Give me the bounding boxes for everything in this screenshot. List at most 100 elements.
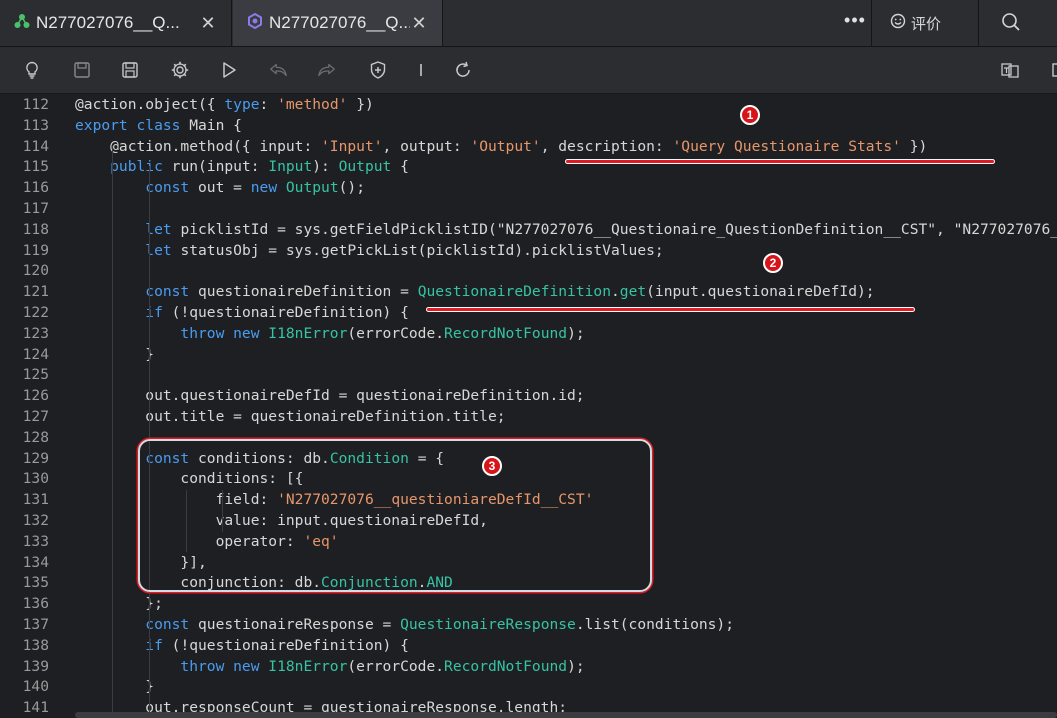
code-text: @action.method({ input: 'Input', output:… [75, 137, 927, 158]
code-token: (input.questionaireDefId); [646, 283, 875, 301]
split-icon[interactable] [1046, 60, 1057, 80]
code-token: 'Input' [321, 137, 383, 155]
code-token: let [75, 241, 172, 259]
code-line[interactable]: 140 } [0, 677, 1057, 698]
tab-label: N277027076__Q... [36, 13, 180, 32]
code-token: const [75, 179, 190, 197]
code-token: }) [900, 137, 928, 155]
horizontal-scrollbar[interactable] [75, 712, 1057, 718]
code-token: (!questionaireDefinition) { [162, 636, 409, 654]
code-token: get [619, 283, 647, 301]
code-line[interactable]: 123 throw new I18nError(errorCode.Record… [0, 324, 1057, 345]
code-token: questionaireDefinition = [189, 283, 418, 301]
translate-icon[interactable] [1000, 60, 1020, 80]
code-line[interactable]: 121 const questionaireDefinition = Quest… [0, 282, 1057, 303]
annotation-badge-2: 2 [763, 253, 783, 273]
review-label: 评价 [911, 15, 942, 33]
more-menu-button[interactable]: ••• [840, 10, 870, 31]
line-number: 136 [22, 595, 49, 613]
code-token: picklistId = sys.getFieldPicklistID("N27… [171, 220, 1057, 238]
code-line[interactable]: 112 @action.object({ type: 'method' }) [0, 95, 1057, 116]
line-number: 118 [22, 220, 49, 238]
tab-file-2[interactable]: N277027076__Q... ✕ [233, 0, 443, 46]
save-all-icon[interactable] [120, 60, 140, 80]
redo-icon[interactable] [317, 60, 337, 80]
line-number: 135 [22, 574, 49, 592]
code-token: } [75, 345, 155, 363]
line-number: 116 [22, 179, 49, 197]
line-number: 112 [22, 96, 49, 113]
code-line[interactable]: 117 [0, 199, 1057, 220]
code-line[interactable]: 118 let picklistId = sys.getFieldPicklis… [0, 220, 1057, 241]
bulb-icon[interactable] [22, 60, 42, 80]
code-line[interactable]: 124 } [0, 345, 1057, 366]
run-icon[interactable] [219, 60, 239, 80]
code-token: , description: [540, 137, 673, 155]
code-text: let picklistId = sys.getFieldPicklistID(… [75, 220, 1057, 241]
code-line[interactable]: 113 export class Main { [0, 116, 1057, 137]
code-token: RecordNotFound [444, 657, 568, 675]
code-token: { [391, 158, 409, 176]
divider [871, 0, 872, 46]
code-line[interactable]: 136 }; [0, 594, 1057, 615]
line-number: 115 [22, 158, 49, 176]
code-token: QuestionaireDefinition [417, 283, 611, 301]
code-token: ): [312, 158, 339, 176]
code-text: } [75, 677, 154, 698]
save-icon[interactable] [72, 60, 92, 80]
code-text: out.title = questionaireDefinition.title… [75, 407, 505, 428]
code-text: let statusObj = sys.getPickList(picklist… [75, 241, 663, 262]
code-line[interactable]: 114 @action.method({ input: 'Input', out… [0, 137, 1057, 158]
code-text: public run(input: Input): Output { [75, 157, 409, 178]
code-token: 'method' [277, 96, 348, 113]
code-token: Main { [180, 116, 242, 134]
indent-guide [112, 146, 113, 718]
code-token: const [75, 283, 190, 301]
tab-file-1[interactable]: N277027076__Q... ✕ [0, 0, 232, 46]
editor-toolbar [0, 47, 1057, 94]
search-button[interactable] [1000, 11, 1022, 38]
line-number: 129 [22, 449, 49, 467]
code-line[interactable]: 126 out.questionaireDefId = questionaire… [0, 386, 1057, 407]
tab-bar: N277027076__Q... ✕ N277027076__Q... ✕ ••… [0, 0, 1057, 47]
code-line[interactable]: 138 if (!questionaireDefinition) { [0, 636, 1057, 657]
code-text: } [75, 345, 154, 366]
code-line[interactable]: 119 let statusObj = sys.getPickList(pick… [0, 241, 1057, 262]
code-line[interactable]: 137 const questionaireResponse = Questio… [0, 615, 1057, 636]
code-line[interactable]: 125 [0, 365, 1057, 386]
code-line[interactable]: 139 throw new I18nError(errorCode.Record… [0, 657, 1057, 678]
code-token: run(input: [162, 158, 269, 176]
close-icon[interactable]: ✕ [410, 13, 428, 34]
close-icon[interactable]: ✕ [199, 13, 217, 34]
code-text: export class Main { [75, 116, 242, 137]
code-token: throw new [75, 657, 260, 675]
code-token: questionaireResponse = [189, 616, 401, 633]
code-token: (errorCode. [347, 657, 445, 675]
code-line[interactable]: 122 if (!questionaireDefinition) { [0, 303, 1057, 324]
undo-icon[interactable] [268, 60, 288, 80]
code-line[interactable]: 127 out.title = questionaireDefinition.t… [0, 407, 1057, 428]
code-text: throw new I18nError(errorCode.RecordNotF… [75, 657, 593, 678]
code-token: Input [268, 158, 313, 176]
line-number: 140 [22, 678, 49, 696]
code-token: I18nError [259, 324, 348, 342]
line-number: 120 [22, 262, 49, 280]
gear-icon[interactable] [170, 60, 190, 80]
refresh-icon[interactable] [453, 60, 473, 80]
code-line[interactable]: 116 const out = new Output(); [0, 178, 1057, 199]
line-number: 117 [22, 200, 49, 217]
code-token: Output [338, 158, 392, 176]
line-number: 130 [22, 470, 49, 488]
shield-icon[interactable] [368, 60, 388, 80]
code-token: throw new [75, 324, 260, 342]
tab-label: N277027076__Q... [269, 13, 410, 32]
line-number: 128 [22, 428, 49, 446]
code-token: , output: [382, 137, 471, 155]
review-button[interactable]: 评价 [890, 0, 941, 46]
code-editor[interactable]: 112 @action.object({ type: 'method' }) 113… [0, 94, 1057, 718]
line-number: 126 [22, 387, 49, 405]
annotation-underline-1 [566, 160, 994, 163]
code-text: throw new I18nError(errorCode.RecordNotF… [75, 324, 593, 345]
code-line[interactable]: 120 [0, 261, 1057, 282]
code-token: .list(conditions); [575, 616, 734, 633]
